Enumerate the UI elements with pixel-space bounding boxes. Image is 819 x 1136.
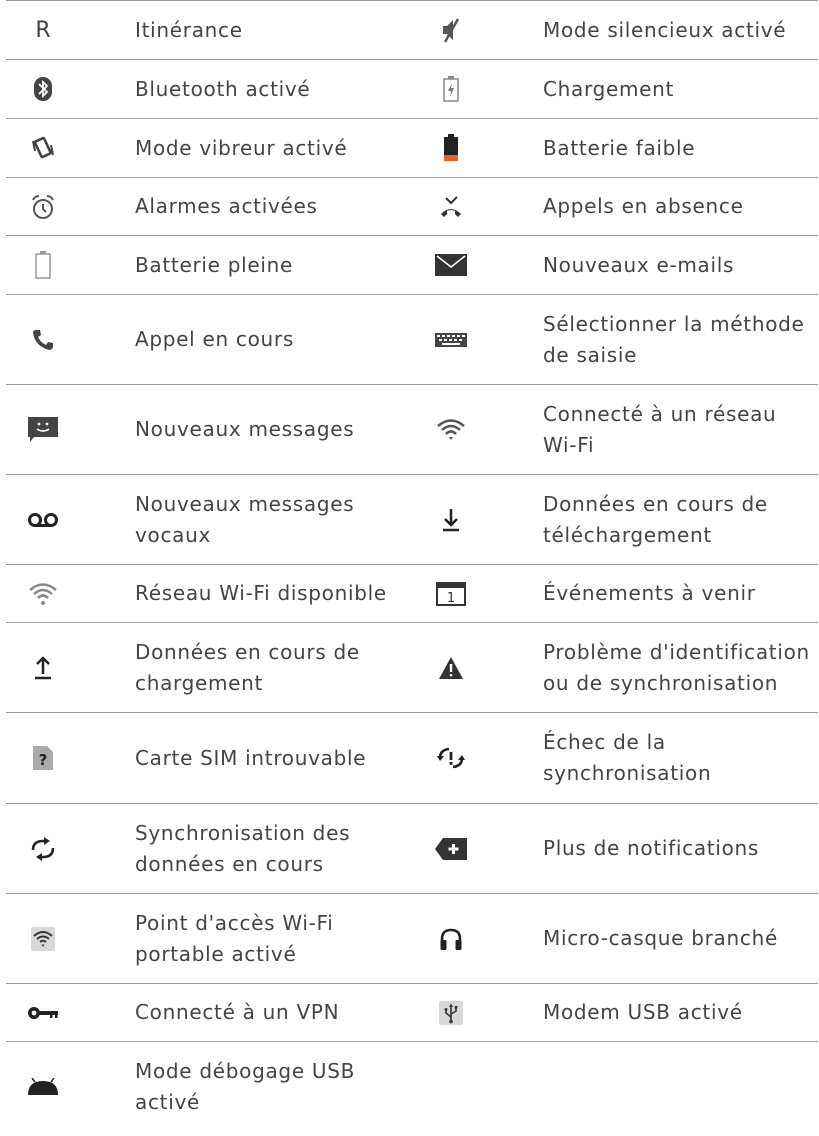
sync-icon <box>6 804 80 893</box>
table-cell-label: Mode débogage USB activé <box>135 1059 356 1114</box>
warning-icon <box>414 623 488 712</box>
phone-call-icon <box>6 295 80 384</box>
svg-text:1: 1 <box>447 591 455 606</box>
table-row: Données en cours de chargement Problème … <box>6 623 818 713</box>
android-debug-icon <box>6 1042 80 1132</box>
email-icon <box>414 236 488 294</box>
table-cell-label: Réseau Wi-Fi disponible <box>135 581 387 605</box>
status-icons-table: R Itinérance Mode silencieux activé Blue… <box>6 0 818 1132</box>
table-cell-label: Nouveaux messages <box>135 417 355 441</box>
table-row: Bluetooth activé Chargement <box>6 60 818 119</box>
table-cell-label: Alarmes activées <box>135 194 318 218</box>
table-row: ? Carte SIM introuvable Échec de la sync… <box>6 713 818 804</box>
table-cell-label: Sélectionner la méthode de saisie <box>543 311 805 367</box>
table-cell-label: Données en cours de téléchargement <box>543 491 768 547</box>
table-cell-label <box>488 1042 818 1132</box>
table-cell-label: Batterie pleine <box>135 252 293 277</box>
vibrate-icon <box>6 119 80 177</box>
table-cell-label: Modem USB activé <box>543 1000 743 1024</box>
more-notifications-icon <box>414 804 488 893</box>
calendar-icon: 1 <box>414 565 488 622</box>
table-cell-label: Appel en cours <box>135 327 294 351</box>
usb-icon <box>414 984 488 1041</box>
table-cell-label: Synchronisation des données en cours <box>135 820 351 876</box>
table-cell-label: Point d'accès Wi-Fi portable activé <box>135 910 334 966</box>
keyboard-icon <box>414 295 488 384</box>
table-row: Synchronisation des données en cours Plu… <box>6 804 818 894</box>
table-row: R Itinérance Mode silencieux activé <box>6 1 818 60</box>
table-cell-label: Données en cours de chargement <box>135 639 360 695</box>
table-row: Réseau Wi-Fi disponible 1 Événements à v… <box>6 565 818 623</box>
table-row: Connecté à un VPN Modem USB activé <box>6 984 818 1042</box>
vpn-key-icon <box>6 984 80 1041</box>
table-row: Appel en cours Sélectionner la méthode d… <box>6 295 818 385</box>
table-row: Batterie pleine Nouveaux e-mails <box>6 236 818 295</box>
table-cell-label: Bluetooth activé <box>135 76 311 101</box>
battery-low-icon <box>414 119 488 177</box>
table-row: Alarmes activées Appels en absence <box>6 178 818 236</box>
table-row: Mode vibreur activé Batterie faible <box>6 119 818 178</box>
table-cell-label: Batterie faible <box>543 135 696 160</box>
table-cell-label: Mode vibreur activé <box>135 135 348 160</box>
wifi-connected-icon <box>414 385 488 474</box>
table-cell-label: Plus de notifications <box>543 836 760 860</box>
table-cell-label: Connecté à un VPN <box>135 1000 340 1024</box>
table-cell-label: Nouveaux e-mails <box>543 252 735 277</box>
table-cell-label: Carte SIM introuvable <box>135 745 367 770</box>
battery-full-icon <box>6 236 80 294</box>
table-cell-label: Échec de la synchronisation <box>543 730 712 785</box>
table-row: Mode débogage USB activé <box>6 1042 818 1132</box>
table-row: Nouveaux messages Connecté à un réseau W… <box>6 385 818 475</box>
wifi-hotspot-icon <box>6 894 80 983</box>
table-row: Point d'accès Wi-Fi portable activé Micr… <box>6 894 818 984</box>
table-cell-label: Appels en absence <box>543 194 744 218</box>
table-cell-label: Connecté à un réseau Wi-Fi <box>543 401 777 457</box>
table-cell-label: Micro-casque branché <box>543 926 778 950</box>
table-cell-label: Problème d'identification ou de synchron… <box>543 639 810 695</box>
sync-error-icon <box>414 713 488 803</box>
table-cell-label: Nouveaux messages vocaux <box>135 491 355 547</box>
table-cell-label: Événements à venir <box>543 581 756 605</box>
empty-cell <box>414 1042 488 1132</box>
svg-text:?: ? <box>39 751 48 769</box>
voicemail-icon <box>6 475 80 564</box>
upload-icon <box>6 623 80 712</box>
alarm-icon <box>6 178 80 235</box>
download-icon <box>414 475 488 564</box>
table-cell-label: Chargement <box>543 76 675 101</box>
table-cell-label: Itinérance <box>135 17 243 42</box>
message-icon <box>6 385 80 474</box>
sim-missing-icon: ? <box>6 713 80 803</box>
table-cell-label: Mode silencieux activé <box>543 17 787 42</box>
missed-call-icon <box>414 178 488 235</box>
battery-charging-icon <box>414 60 488 118</box>
silent-mode-icon <box>414 1 488 59</box>
headset-icon <box>414 894 488 983</box>
wifi-available-icon <box>6 565 80 622</box>
roaming-r-icon: R <box>35 17 51 43</box>
bluetooth-icon <box>6 60 80 118</box>
table-row: Nouveaux messages vocaux Données en cour… <box>6 475 818 565</box>
